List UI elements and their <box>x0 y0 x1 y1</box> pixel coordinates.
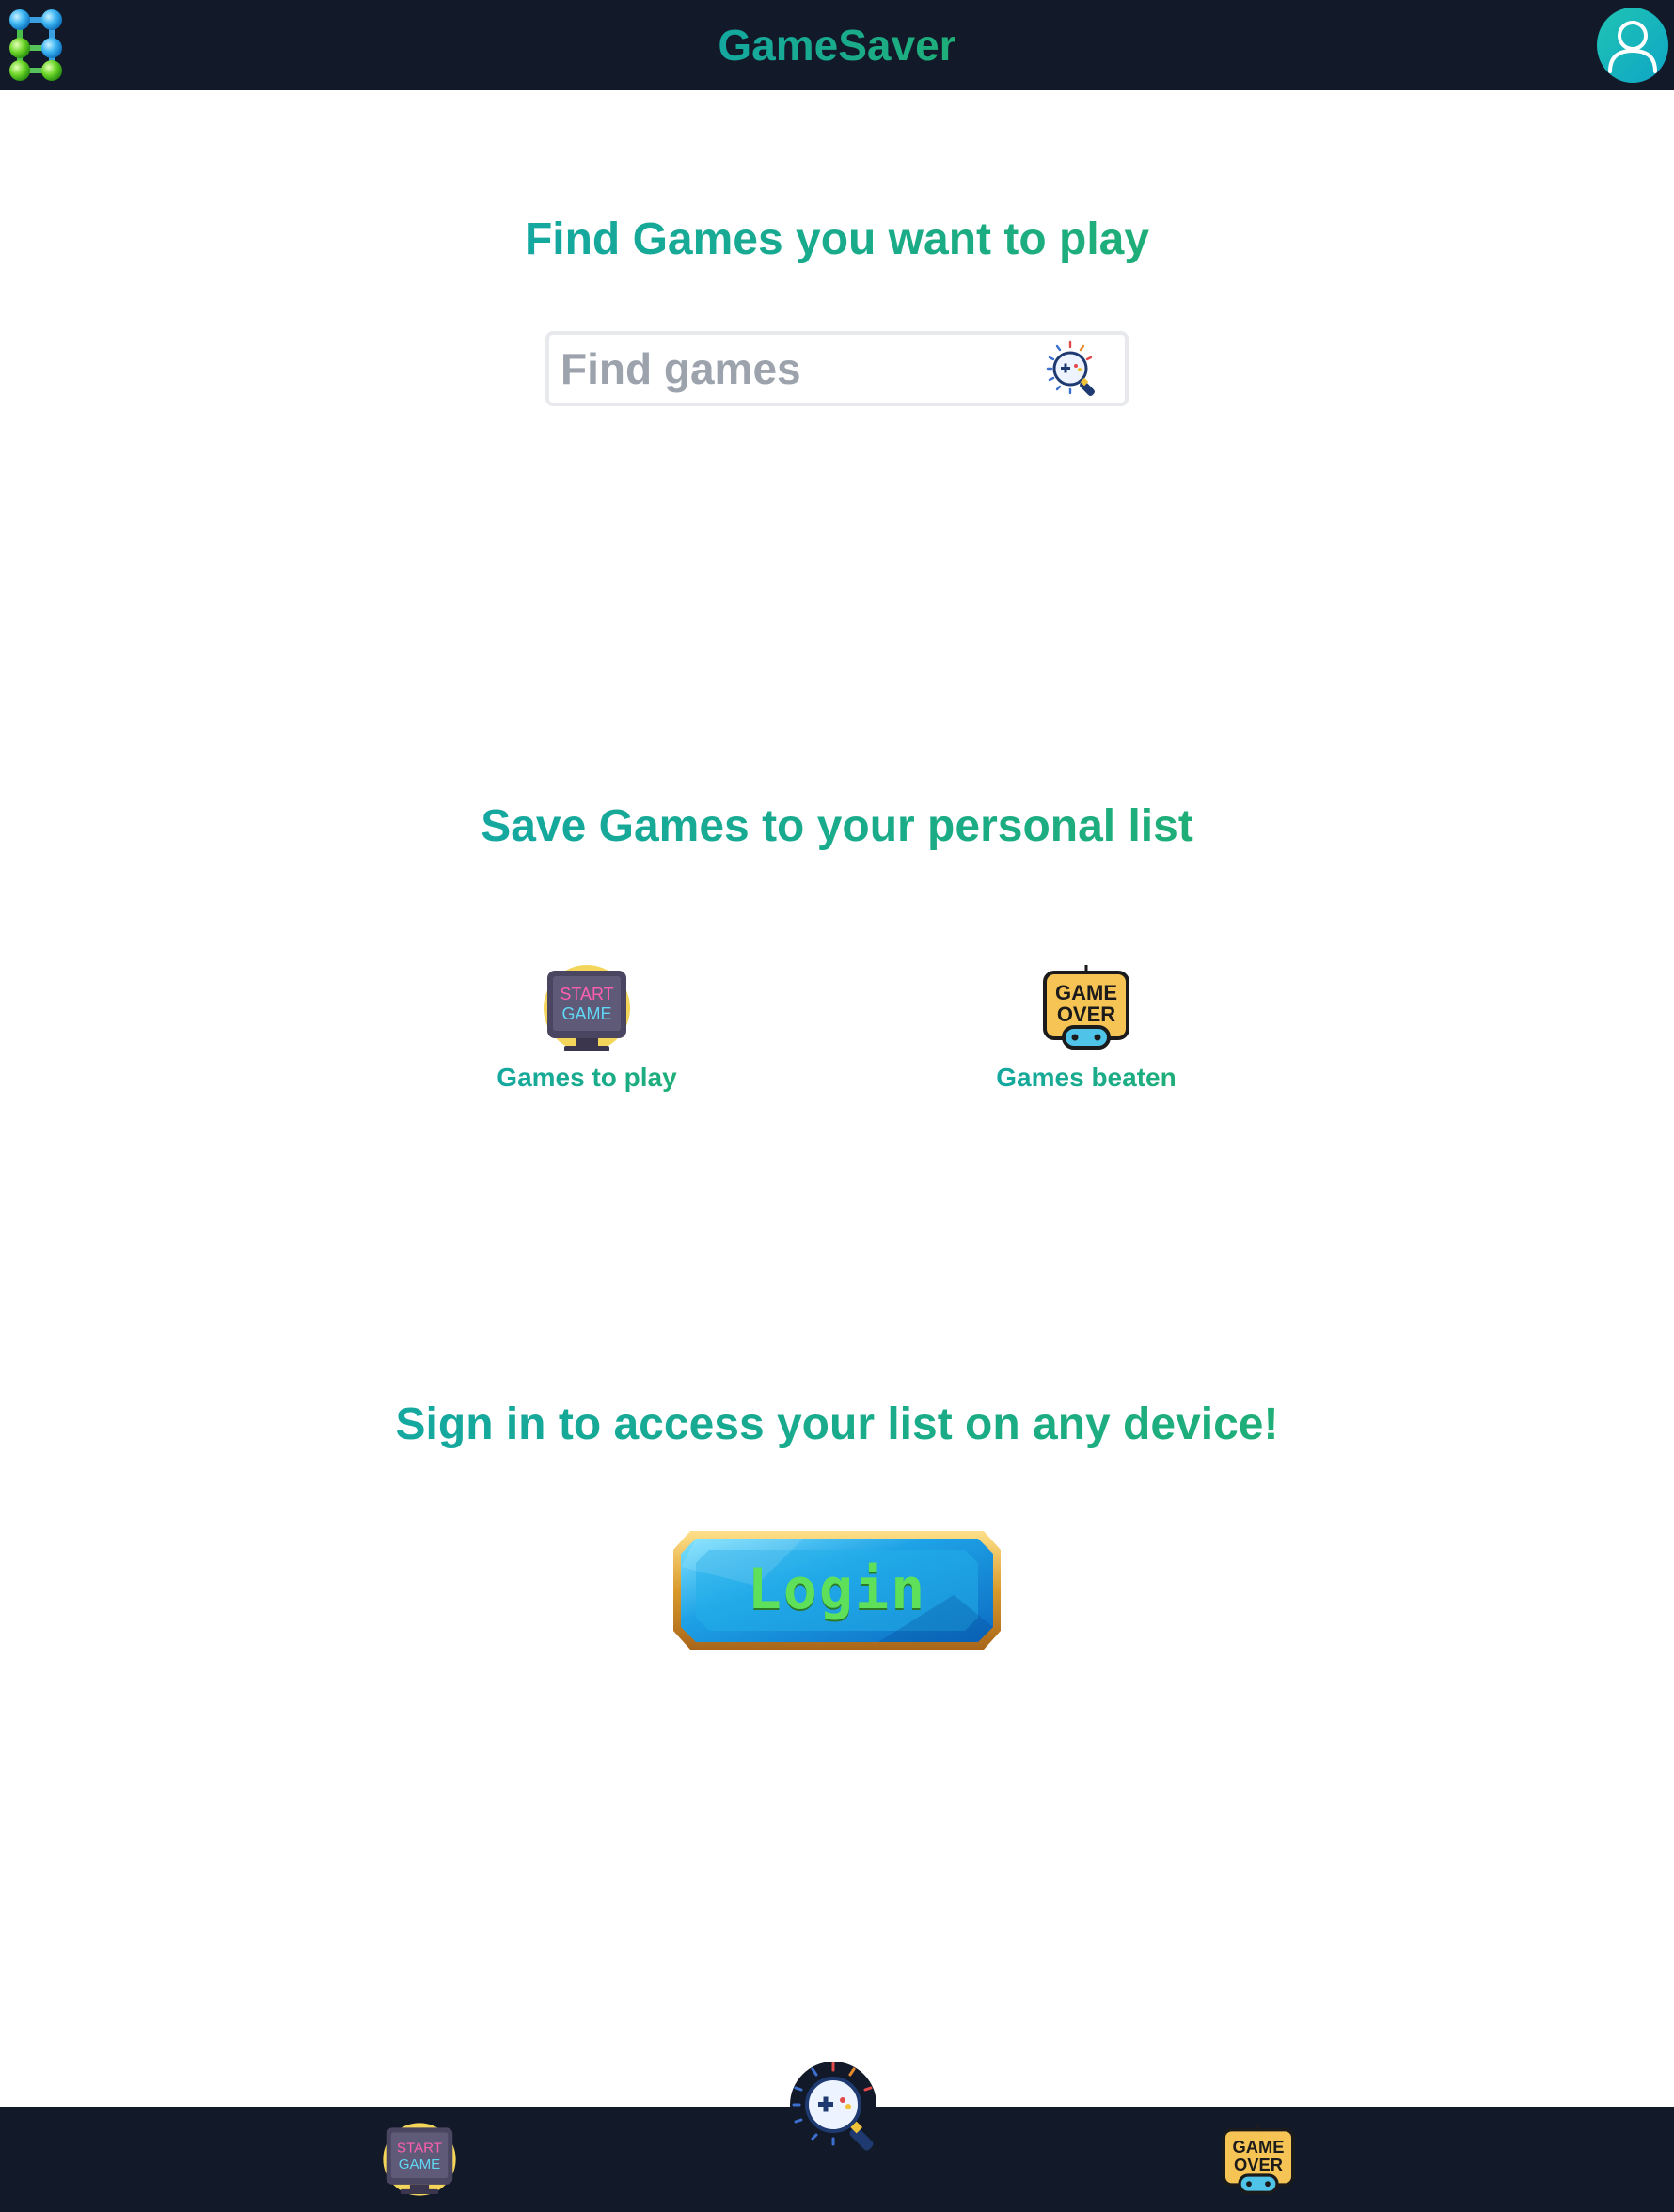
svg-text:OVER: OVER <box>1234 2155 1283 2174</box>
game-over-icon: GAME OVER <box>1222 2124 1295 2194</box>
svg-text:START: START <box>560 985 613 1003</box>
games-beaten-card[interactable]: GAME OVER Games beaten <box>964 965 1208 1097</box>
save-heading: Save Games to your personal list <box>0 794 1674 860</box>
app-title-text: GameSaver <box>718 0 955 90</box>
user-profile-button[interactable] <box>1597 8 1668 83</box>
svg-text:START: START <box>397 2140 442 2156</box>
login-label: Login <box>747 1556 927 1622</box>
find-heading: Find Games you want to play <box>0 207 1674 273</box>
svg-text:GAME: GAME <box>1233 2137 1285 2157</box>
find-heading-text: Find Games you want to play <box>525 207 1149 273</box>
search-box <box>545 331 1129 406</box>
start-game-icon: START GAME <box>540 965 634 1055</box>
signin-heading: Sign in to access your list on any devic… <box>0 1392 1674 1458</box>
user-profile-icon <box>1608 21 1657 73</box>
svg-text:OVER: OVER <box>1057 1003 1115 1026</box>
search-input[interactable] <box>557 339 1034 399</box>
login-button[interactable]: Login <box>671 1529 1003 1651</box>
nav-search-button[interactable] <box>788 2060 888 2157</box>
games-beaten-label: Games beaten <box>964 1059 1208 1097</box>
nav-games-beaten-button[interactable]: GAME OVER <box>1219 2124 1298 2199</box>
games-to-play-label: Games to play <box>465 1059 709 1097</box>
start-game-icon: START GAME <box>383 2123 456 2196</box>
svg-text:GAME: GAME <box>399 2157 441 2172</box>
svg-text:GAME: GAME <box>561 1004 611 1023</box>
save-heading-text: Save Games to your personal list <box>481 794 1193 860</box>
signin-heading-text: Sign in to access your list on any devic… <box>396 1392 1279 1458</box>
app-title: GameSaver <box>0 0 1674 90</box>
top-bar: GameSaver <box>0 0 1674 90</box>
game-search-icon <box>1046 340 1095 396</box>
game-over-icon: GAME OVER <box>1039 965 1133 1055</box>
game-search-icon <box>790 2062 876 2151</box>
svg-text:GAME: GAME <box>1055 981 1117 1004</box>
nav-games-to-play-button[interactable]: START GAME <box>380 2120 459 2199</box>
games-to-play-card[interactable]: START GAME Games to play <box>465 965 709 1097</box>
search-button[interactable] <box>1042 339 1108 401</box>
